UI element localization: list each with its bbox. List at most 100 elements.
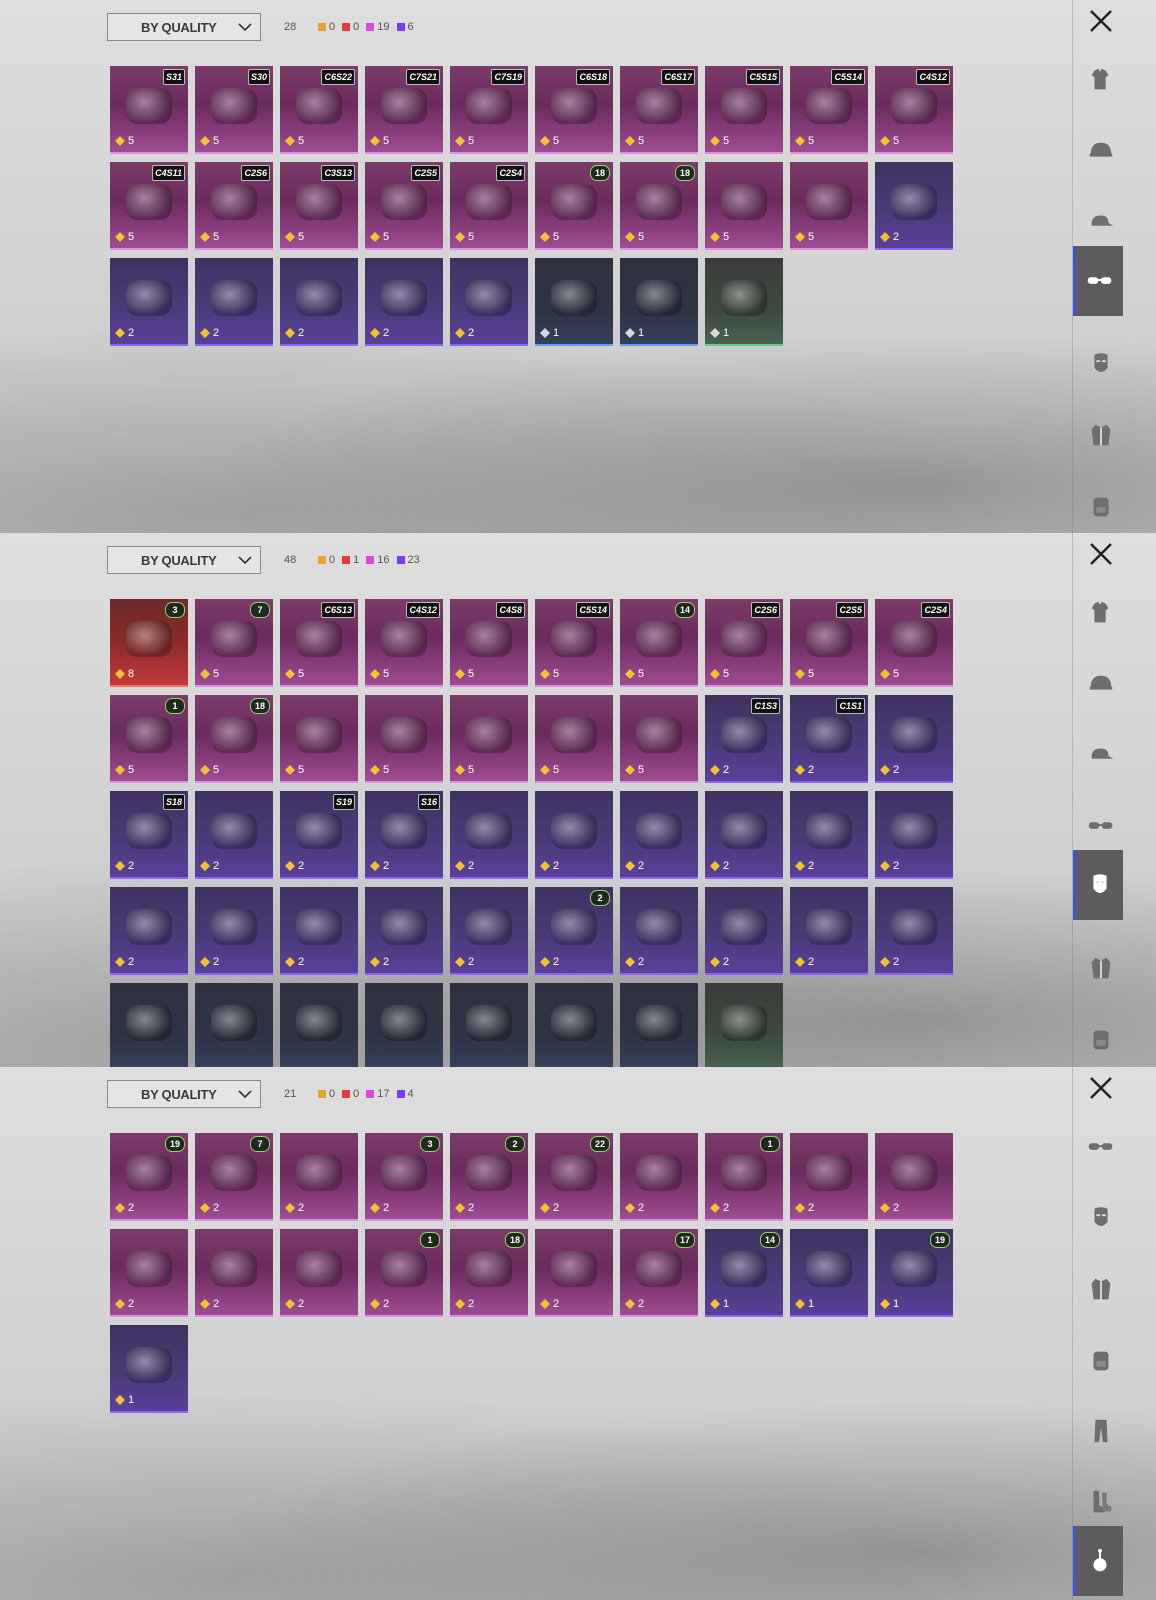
item-tile[interactable]: C2S5 5 — [790, 599, 868, 687]
item-tile[interactable] — [620, 983, 698, 1067]
quality-filter-dropdown[interactable]: BY QUALITY — [107, 13, 261, 41]
item-tile[interactable]: 22 — [450, 1133, 528, 1221]
sidebar-tab-jacket[interactable] — [1079, 946, 1123, 990]
sidebar-tab-shirt[interactable] — [1079, 58, 1123, 102]
item-tile[interactable]: 19 2 — [110, 1133, 188, 1221]
item-tile[interactable]: 22 — [535, 887, 613, 975]
item-tile[interactable]: 5 — [705, 162, 783, 250]
item-tile[interactable]: 18 2 — [450, 1229, 528, 1317]
item-tile[interactable]: 15 — [110, 695, 188, 783]
item-tile[interactable]: 22 2 — [535, 1133, 613, 1221]
item-tile[interactable]: C5S14 5 — [535, 599, 613, 687]
item-tile[interactable]: 75 — [195, 599, 273, 687]
item-tile[interactable] — [365, 983, 443, 1067]
item-tile[interactable]: 19 1 — [875, 1229, 953, 1317]
item-tile[interactable]: 5 — [535, 695, 613, 783]
item-tile[interactable]: 2 — [450, 887, 528, 975]
item-tile[interactable]: 2 — [620, 887, 698, 975]
sidebar-tab-cap[interactable] — [1079, 733, 1123, 777]
item-tile[interactable]: 5 — [620, 695, 698, 783]
sidebar-tab-shirt[interactable] — [1079, 591, 1123, 635]
item-tile[interactable]: C4S11 5 — [110, 162, 188, 250]
item-tile[interactable] — [535, 983, 613, 1067]
item-tile[interactable]: C2S4 5 — [875, 599, 953, 687]
item-tile[interactable]: C6S18 5 — [535, 66, 613, 154]
sidebar-tab-charm[interactable] — [1073, 1526, 1123, 1596]
item-tile[interactable]: 18 5 — [535, 162, 613, 250]
item-tile[interactable]: C4S12 5 — [365, 599, 443, 687]
item-tile[interactable]: C2S4 5 — [450, 162, 528, 250]
item-tile[interactable]: 2 — [875, 887, 953, 975]
item-tile[interactable]: 2 — [875, 1133, 953, 1221]
item-tile[interactable]: 2 — [280, 1229, 358, 1317]
sidebar-tab-mask[interactable] — [1073, 850, 1123, 920]
item-tile[interactable] — [280, 983, 358, 1067]
item-tile[interactable]: C3S13 5 — [280, 162, 358, 250]
item-tile[interactable]: C7S19 5 — [450, 66, 528, 154]
item-tile[interactable]: 2 — [620, 791, 698, 879]
item-tile[interactable]: 5 — [790, 162, 868, 250]
item-tile[interactable]: 18 5 — [620, 162, 698, 250]
sidebar-tab-helmet[interactable] — [1079, 129, 1123, 173]
item-tile[interactable]: 2 — [705, 887, 783, 975]
item-tile[interactable]: S18 2 — [110, 791, 188, 879]
item-tile[interactable]: 2 — [875, 791, 953, 879]
item-tile[interactable] — [110, 983, 188, 1067]
item-tile[interactable]: 2 — [110, 887, 188, 975]
item-tile[interactable]: C6S17 5 — [620, 66, 698, 154]
sidebar-tab-helmet[interactable] — [1079, 662, 1123, 706]
item-tile[interactable]: 17 2 — [620, 1229, 698, 1317]
item-tile[interactable] — [195, 983, 273, 1067]
item-tile[interactable]: S31 5 — [110, 66, 188, 154]
item-tile[interactable]: 5 — [450, 695, 528, 783]
item-tile[interactable]: C5S15 5 — [705, 66, 783, 154]
item-tile[interactable]: C5S14 5 — [790, 66, 868, 154]
item-tile[interactable]: 1 — [705, 258, 783, 346]
sidebar-tab-glasses[interactable] — [1079, 1125, 1123, 1169]
item-tile[interactable]: 2 — [110, 258, 188, 346]
item-tile[interactable]: C6S13 5 — [280, 599, 358, 687]
sidebar-tab-backpack[interactable] — [1079, 1338, 1123, 1382]
item-tile[interactable]: C4S8 5 — [450, 599, 528, 687]
sidebar-tab-boots[interactable] — [1079, 1480, 1123, 1524]
item-tile[interactable]: C7S21 5 — [365, 66, 443, 154]
item-tile[interactable]: 1 — [790, 1229, 868, 1317]
item-tile[interactable]: 2 — [365, 887, 443, 975]
item-tile[interactable]: 12 — [365, 1229, 443, 1317]
sidebar-tab-mask[interactable] — [1079, 342, 1123, 386]
item-tile[interactable]: C2S5 5 — [365, 162, 443, 250]
item-tile[interactable]: 38 — [110, 599, 188, 687]
item-tile[interactable]: 2 — [110, 1229, 188, 1317]
item-tile[interactable]: C2S6 5 — [195, 162, 273, 250]
sidebar-tab-mask[interactable] — [1079, 1196, 1123, 1240]
sidebar-tab-pants[interactable] — [1079, 1409, 1123, 1453]
item-tile[interactable]: 2 — [365, 258, 443, 346]
sidebar-tab-backpack[interactable] — [1079, 484, 1123, 528]
item-tile[interactable]: 2 — [790, 887, 868, 975]
sidebar-tab-glasses[interactable] — [1079, 804, 1123, 848]
item-tile[interactable]: 2 — [535, 1229, 613, 1317]
close-icon[interactable] — [1088, 1075, 1114, 1101]
sidebar-tab-jacket[interactable] — [1079, 1267, 1123, 1311]
item-tile[interactable]: 2 — [195, 258, 273, 346]
item-tile[interactable]: 12 — [705, 1133, 783, 1221]
item-tile[interactable] — [450, 983, 528, 1067]
close-icon[interactable] — [1088, 541, 1114, 567]
item-tile[interactable]: 14 1 — [705, 1229, 783, 1317]
item-tile[interactable]: 2 — [195, 887, 273, 975]
item-tile[interactable]: S30 5 — [195, 66, 273, 154]
item-tile[interactable]: 2 — [875, 162, 953, 250]
item-tile[interactable]: 1 — [110, 1325, 188, 1413]
item-tile[interactable]: 2 — [535, 791, 613, 879]
item-tile[interactable]: 2 — [195, 1229, 273, 1317]
item-tile[interactable]: 32 — [365, 1133, 443, 1221]
sidebar-tab-glasses[interactable] — [1073, 246, 1123, 316]
item-tile[interactable]: 5 — [280, 695, 358, 783]
item-tile[interactable] — [705, 983, 783, 1067]
item-tile[interactable]: 18 5 — [195, 695, 273, 783]
item-tile[interactable]: 5 — [365, 695, 443, 783]
item-tile[interactable]: S16 2 — [365, 791, 443, 879]
item-tile[interactable]: 2 — [195, 791, 273, 879]
item-tile[interactable]: 14 5 — [620, 599, 698, 687]
sidebar-tab-backpack[interactable] — [1079, 1017, 1123, 1061]
